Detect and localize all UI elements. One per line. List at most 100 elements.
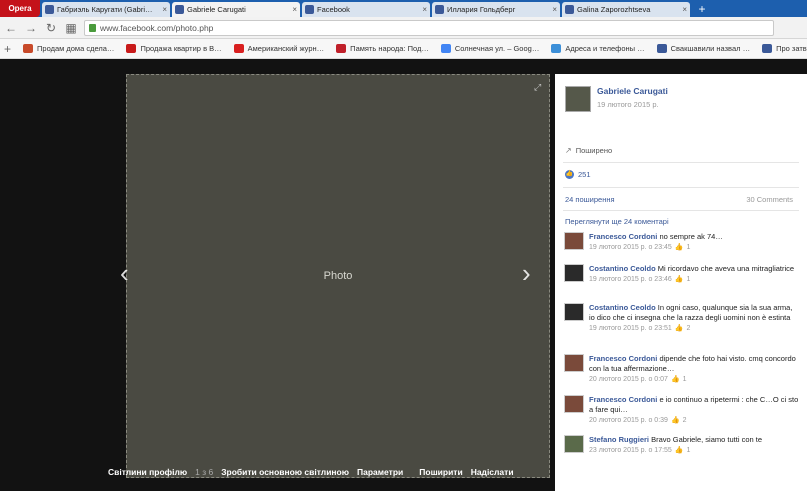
tab-label: Facebook: [317, 5, 350, 14]
bookmark-label: Свакшавили назвал …: [670, 44, 751, 53]
profile-photos-link[interactable]: Світлини профілю: [108, 467, 187, 477]
speed-dial-icon[interactable]: ▦: [64, 21, 78, 35]
close-icon[interactable]: ×: [292, 5, 297, 14]
opera-menu-button[interactable]: Opera: [0, 0, 40, 17]
avatar[interactable]: [564, 354, 584, 372]
avatar[interactable]: [564, 264, 584, 282]
send-link[interactable]: Надіслати: [471, 467, 514, 477]
comment-date[interactable]: 20 лютого 2015 р. о 0:07: [589, 376, 668, 383]
bookmark-icon: [126, 44, 137, 53]
comment-date[interactable]: 19 лютого 2015 р. о 23:51: [589, 325, 672, 332]
reload-icon[interactable]: ↻: [44, 21, 58, 35]
bookmark-item[interactable]: Солнечная ул. – Goog…: [440, 44, 540, 53]
comment-likes: 1: [686, 446, 691, 454]
close-icon[interactable]: ×: [162, 5, 167, 14]
close-icon[interactable]: ×: [422, 5, 427, 14]
share-link[interactable]: Поширити: [419, 467, 462, 477]
divider: [563, 187, 799, 188]
comment-date[interactable]: 20 лютого 2015 р. о 0:39: [589, 417, 668, 424]
comment-author[interactable]: Francesco Cordoni: [589, 232, 657, 241]
comment-text: no sempre ak 74…: [659, 232, 723, 241]
post-date[interactable]: 19 лютого 2015 р.: [597, 100, 668, 109]
comment-likes: 1: [682, 375, 687, 383]
bookmark-item[interactable]: Свакшавили назвал …: [656, 44, 751, 53]
comment: Costantino Ceoldo In ogni caso, qualunqu…: [564, 303, 800, 332]
post-stats: 24 поширення 30 Comments: [565, 195, 793, 204]
comment: Stefano Ruggieri Bravo Gabriele, siamo t…: [564, 435, 800, 454]
photo[interactable]: Photo: [126, 74, 550, 478]
tab-2[interactable]: Gabriele Carugati ×: [172, 2, 300, 17]
share-label[interactable]: Поширено: [576, 146, 612, 155]
like-icon[interactable]: 👍: [675, 275, 684, 283]
make-profile-photo-link[interactable]: Зробити основною світлиною: [221, 467, 349, 477]
tab-4[interactable]: Иллария Гольдберг ×: [432, 2, 560, 17]
photo-footer: Світлини профілю 1 з 6 Зробити основною …: [108, 463, 550, 481]
bookmark-label: Американский журн…: [247, 44, 325, 53]
tab-3[interactable]: Facebook ×: [302, 2, 430, 17]
comment-likes: 2: [682, 416, 687, 424]
like-icon[interactable]: 👍: [671, 416, 680, 424]
facebook-icon: [45, 5, 54, 14]
avatar[interactable]: [564, 303, 584, 321]
comment-date[interactable]: 19 лютого 2015 р. о 23:46: [589, 276, 672, 283]
tab-5[interactable]: Galina Zaporozhtseva ×: [562, 2, 690, 17]
comment: Francesco Cordoni dipende che foto hai v…: [564, 354, 800, 383]
bookmark-item[interactable]: Про затвер…: [762, 44, 807, 53]
avatar[interactable]: [564, 395, 584, 413]
comment-author[interactable]: Costantino Ceoldo: [589, 303, 656, 312]
like-icon[interactable]: 👍: [675, 446, 684, 454]
avatar[interactable]: [564, 435, 584, 453]
comments-count[interactable]: 30 Comments: [746, 195, 793, 204]
comment-likes: 1: [686, 275, 691, 283]
next-photo-icon[interactable]: ›: [522, 260, 531, 286]
share-icon: ↗: [565, 146, 572, 155]
comment-author[interactable]: Stefano Ruggieri: [589, 435, 649, 444]
post-author: Gabriele Carugati 19 лютого 2015 р.: [565, 86, 668, 112]
new-tab-button[interactable]: +: [692, 2, 712, 17]
facebook-icon: [435, 5, 444, 14]
comment: Francesco Cordoni no sempre ak 74… 19 лю…: [564, 232, 800, 251]
tab-label: Иллария Гольдберг: [447, 5, 516, 14]
bookmark-label: Продажа квартир в В…: [140, 44, 222, 53]
comment-author[interactable]: Francesco Cordoni: [589, 354, 657, 363]
comment-date[interactable]: 23 лютого 2015 р. о 17:55: [589, 447, 672, 454]
shares-count[interactable]: 24 поширення: [565, 195, 615, 204]
back-icon[interactable]: ←: [4, 21, 18, 35]
view-more-comments-link[interactable]: Переглянути ще 24 коментарі: [565, 217, 669, 226]
previous-photo-icon[interactable]: ‹: [120, 260, 129, 286]
tab-1[interactable]: Габриэль Каругати (Gabri… ×: [42, 2, 170, 17]
close-icon[interactable]: ×: [552, 5, 557, 14]
bookmark-item[interactable]: Адреса и телефоны …: [551, 44, 645, 53]
bookmark-item[interactable]: Американский журн…: [233, 44, 325, 53]
fullscreen-icon[interactable]: ⤢: [534, 82, 541, 93]
add-bookmark-icon[interactable]: +: [4, 42, 11, 56]
comment: Francesco Cordoni e io continuo a ripete…: [564, 395, 800, 424]
browser-tab-bar: Opera Габриэль Каругати (Gabri… × Gabriel…: [0, 0, 807, 17]
forward-icon[interactable]: →: [24, 21, 38, 35]
options-link[interactable]: Параметри: [357, 467, 403, 477]
author-name[interactable]: Gabriele Carugati: [597, 86, 668, 96]
like-icon[interactable]: 👍: [671, 375, 680, 383]
comment-author[interactable]: Francesco Cordoni: [589, 395, 657, 404]
avatar[interactable]: [565, 86, 591, 112]
like-icon[interactable]: 👍: [675, 324, 684, 332]
url-field[interactable]: [84, 19, 774, 36]
like-icon[interactable]: 👍: [675, 243, 684, 251]
facebook-icon: [175, 5, 184, 14]
comment-author[interactable]: Costantino Ceoldo: [589, 264, 656, 273]
close-icon[interactable]: ×: [682, 5, 687, 14]
bookmark-icon: [551, 44, 562, 53]
likes-row[interactable]: 👍 251: [565, 170, 591, 179]
comment-text: Bravo Gabriele, siamo tutti con te: [651, 435, 762, 444]
comment-date[interactable]: 19 лютого 2015 р. о 23:45: [589, 244, 672, 251]
likes-count[interactable]: 251: [578, 170, 591, 179]
bookmark-item[interactable]: Память народа: Под…: [336, 44, 429, 53]
facebook-icon: [305, 5, 314, 14]
photo-placeholder: Photo: [126, 74, 550, 478]
bookmark-item[interactable]: Продажа квартир в В…: [126, 44, 222, 53]
comment-text: Mi ricordavo che aveva una mitragliatric…: [657, 264, 795, 273]
bookmark-item[interactable]: Продам дома сдела…: [23, 44, 114, 53]
bookmark-label: Солнечная ул. – Goog…: [454, 44, 540, 53]
url-input[interactable]: [100, 22, 700, 33]
avatar[interactable]: [564, 232, 584, 250]
